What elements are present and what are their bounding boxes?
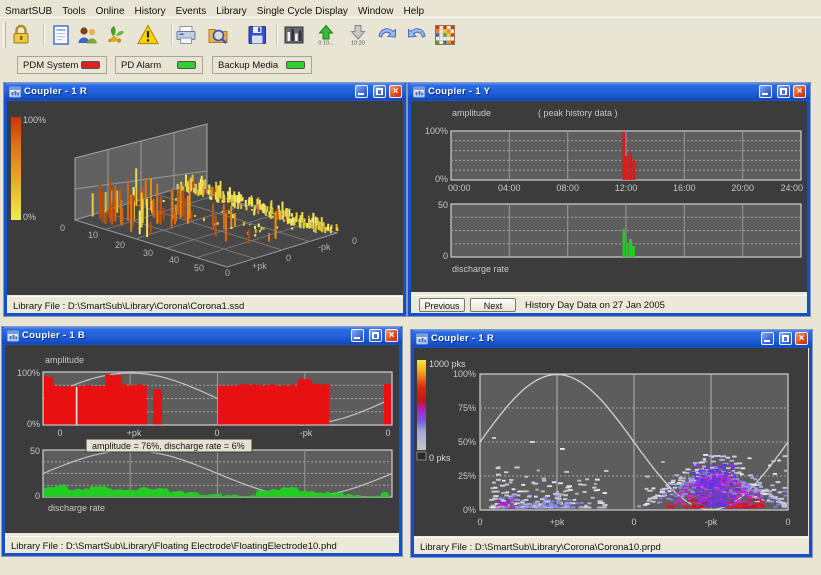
svg-text:0: 0 xyxy=(60,223,65,233)
svg-text:30: 30 xyxy=(143,248,153,258)
svg-text:amplitude: amplitude xyxy=(45,355,84,365)
svg-text:0: 0 xyxy=(352,236,357,246)
svg-text:16:00: 16:00 xyxy=(673,183,696,193)
svg-text:04:00: 04:00 xyxy=(498,183,521,193)
svg-text:0: 0 xyxy=(214,428,219,438)
svg-text:+pk: +pk xyxy=(252,261,267,271)
svg-text:0%: 0% xyxy=(23,212,36,222)
svg-text:08:00: 08:00 xyxy=(556,183,579,193)
svg-text:50: 50 xyxy=(438,200,448,210)
svg-text:0: 0 xyxy=(57,428,62,438)
svg-text:10: 10 xyxy=(88,230,98,240)
svg-text:amplitude: amplitude xyxy=(452,108,491,118)
svg-text:12:00: 12:00 xyxy=(615,183,638,193)
svg-text:40: 40 xyxy=(169,255,179,265)
svg-text:0%: 0% xyxy=(27,419,40,429)
svg-text:1000 pks: 1000 pks xyxy=(429,359,466,369)
svg-text:100%: 100% xyxy=(453,369,476,379)
svg-text:100%: 100% xyxy=(23,115,46,125)
svg-text:0%: 0% xyxy=(463,505,476,515)
svg-text:0: 0 xyxy=(631,517,636,527)
svg-text:25%: 25% xyxy=(458,471,476,481)
svg-text:discharge rate: discharge rate xyxy=(48,503,105,513)
svg-text:( peak history data ): ( peak history data ) xyxy=(538,108,618,118)
svg-text:0: 0 xyxy=(477,517,482,527)
svg-text:0: 0 xyxy=(286,253,291,263)
svg-text:0: 0 xyxy=(443,251,448,261)
svg-text:+pk: +pk xyxy=(550,517,565,527)
svg-text:+pk: +pk xyxy=(127,428,142,438)
svg-text:50%: 50% xyxy=(458,437,476,447)
svg-text:0 pks: 0 pks xyxy=(429,453,451,463)
svg-text:20: 20 xyxy=(115,240,125,250)
svg-text:-pk: -pk xyxy=(705,517,718,527)
svg-text:discharge rate: discharge rate xyxy=(452,264,509,274)
svg-text:10:20: 10:20 xyxy=(351,41,365,47)
svg-text:75%: 75% xyxy=(458,403,476,413)
svg-text:00:00: 00:00 xyxy=(448,183,471,193)
svg-text:0 10...: 0 10... xyxy=(318,41,334,47)
svg-text:0%: 0% xyxy=(435,174,448,184)
svg-text:24:00: 24:00 xyxy=(780,183,803,193)
svg-text:-pk: -pk xyxy=(300,428,313,438)
svg-text:100%: 100% xyxy=(17,368,40,378)
svg-text:-pk: -pk xyxy=(318,242,331,252)
svg-text:0: 0 xyxy=(225,268,230,278)
svg-text:20:00: 20:00 xyxy=(731,183,754,193)
svg-text:0: 0 xyxy=(35,491,40,501)
svg-text:50: 50 xyxy=(30,446,40,456)
svg-text:0: 0 xyxy=(385,428,390,438)
svg-text:100%: 100% xyxy=(425,126,448,136)
svg-text:amplitude = 76%, discharge rat: amplitude = 76%, discharge rate = 6% xyxy=(92,441,245,451)
svg-text:0: 0 xyxy=(785,517,790,527)
svg-text:50: 50 xyxy=(194,263,204,273)
